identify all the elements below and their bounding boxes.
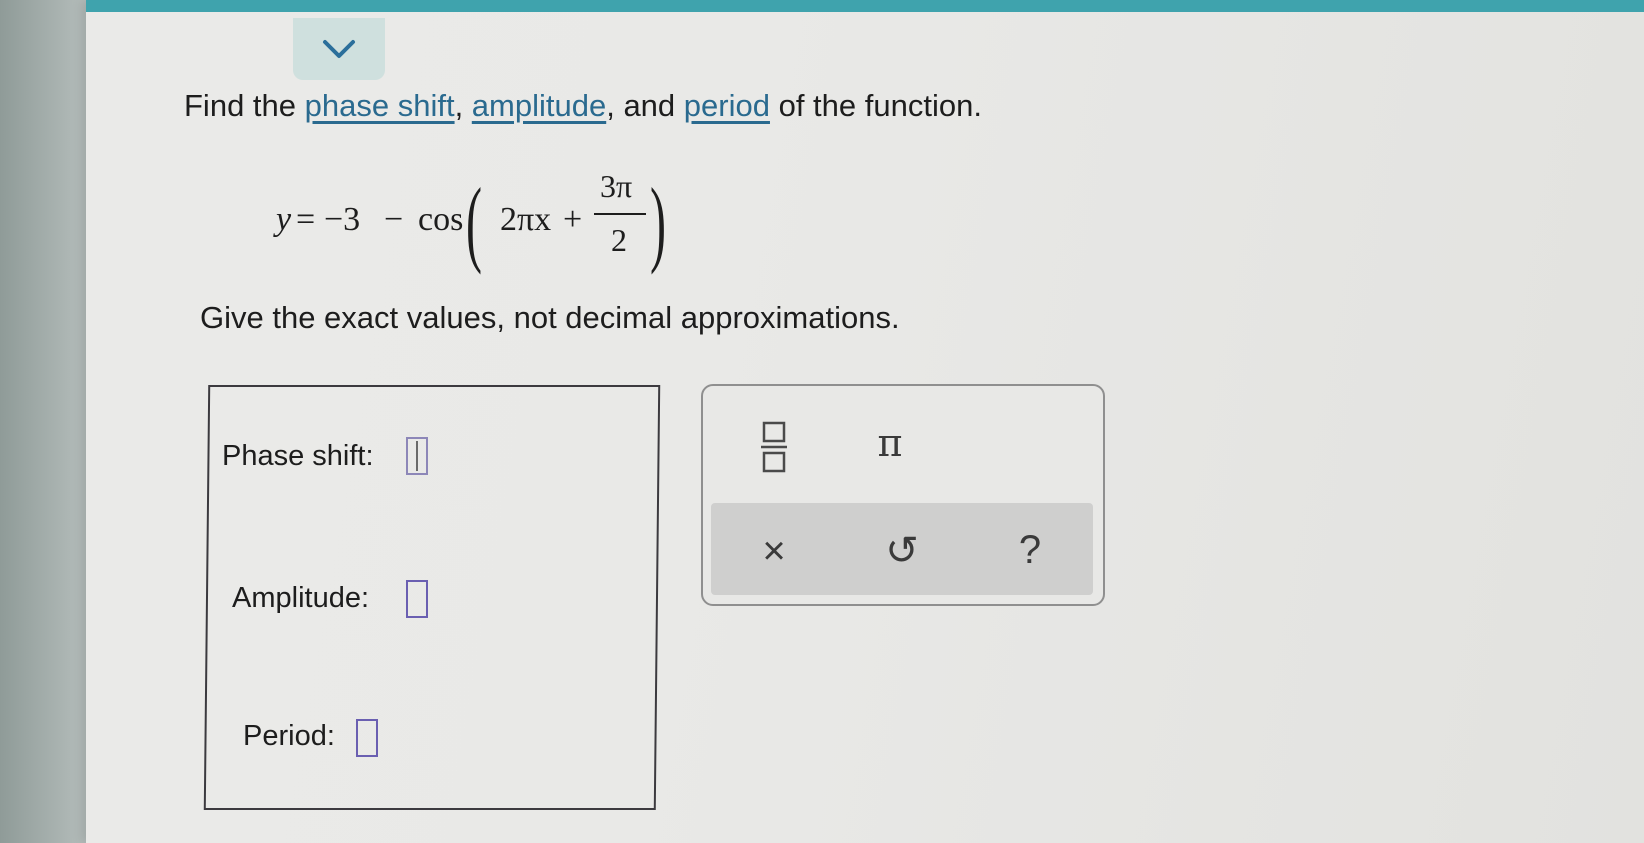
period-label: Period: bbox=[243, 720, 335, 752]
equation-argument: 2πx bbox=[500, 201, 552, 238]
collapse-toggle-button[interactable] bbox=[293, 18, 385, 80]
question-prefix: Find the bbox=[184, 88, 305, 123]
question-separator: , bbox=[454, 88, 472, 123]
top-bar bbox=[86, 0, 1644, 12]
instructions-text: Give the exact values, not decimal appro… bbox=[200, 300, 900, 335]
fraction-numerator: 3π bbox=[600, 168, 633, 204]
phase-shift-link[interactable]: phase shift bbox=[305, 88, 455, 123]
equation-function: cos bbox=[418, 201, 464, 238]
equation-plus: + bbox=[563, 201, 583, 238]
fraction-icon bbox=[761, 421, 787, 473]
amplitude-input[interactable] bbox=[406, 580, 428, 618]
pi-button[interactable]: π bbox=[868, 420, 912, 466]
amplitude-label: Amplitude: bbox=[232, 582, 370, 614]
fraction-denominator: 2 bbox=[611, 222, 627, 258]
period-input[interactable] bbox=[356, 719, 378, 757]
right-paren: ) bbox=[650, 168, 666, 275]
undo-button[interactable]: ↺ bbox=[880, 528, 924, 574]
question-text: Find the phase shift, amplitude, and per… bbox=[184, 88, 982, 124]
period-link[interactable]: period bbox=[684, 88, 770, 123]
phase-shift-input[interactable] bbox=[406, 437, 428, 475]
chevron-down-icon bbox=[323, 40, 355, 58]
equation-constant: −3 bbox=[324, 201, 361, 238]
clear-button[interactable]: × bbox=[752, 528, 796, 574]
question-suffix: of the function. bbox=[769, 88, 982, 123]
fraction-bar bbox=[594, 213, 646, 215]
help-button[interactable]: ? bbox=[1008, 526, 1052, 574]
left-paren: ( bbox=[466, 168, 482, 275]
equation-equals: = bbox=[296, 201, 316, 238]
equation-lhs: y bbox=[276, 201, 292, 238]
equation-minus: − bbox=[384, 201, 404, 238]
phase-shift-label: Phase shift: bbox=[222, 440, 374, 472]
question-separator: , and bbox=[606, 88, 684, 123]
amplitude-link[interactable]: amplitude bbox=[472, 88, 606, 123]
fraction-button[interactable] bbox=[754, 418, 794, 476]
